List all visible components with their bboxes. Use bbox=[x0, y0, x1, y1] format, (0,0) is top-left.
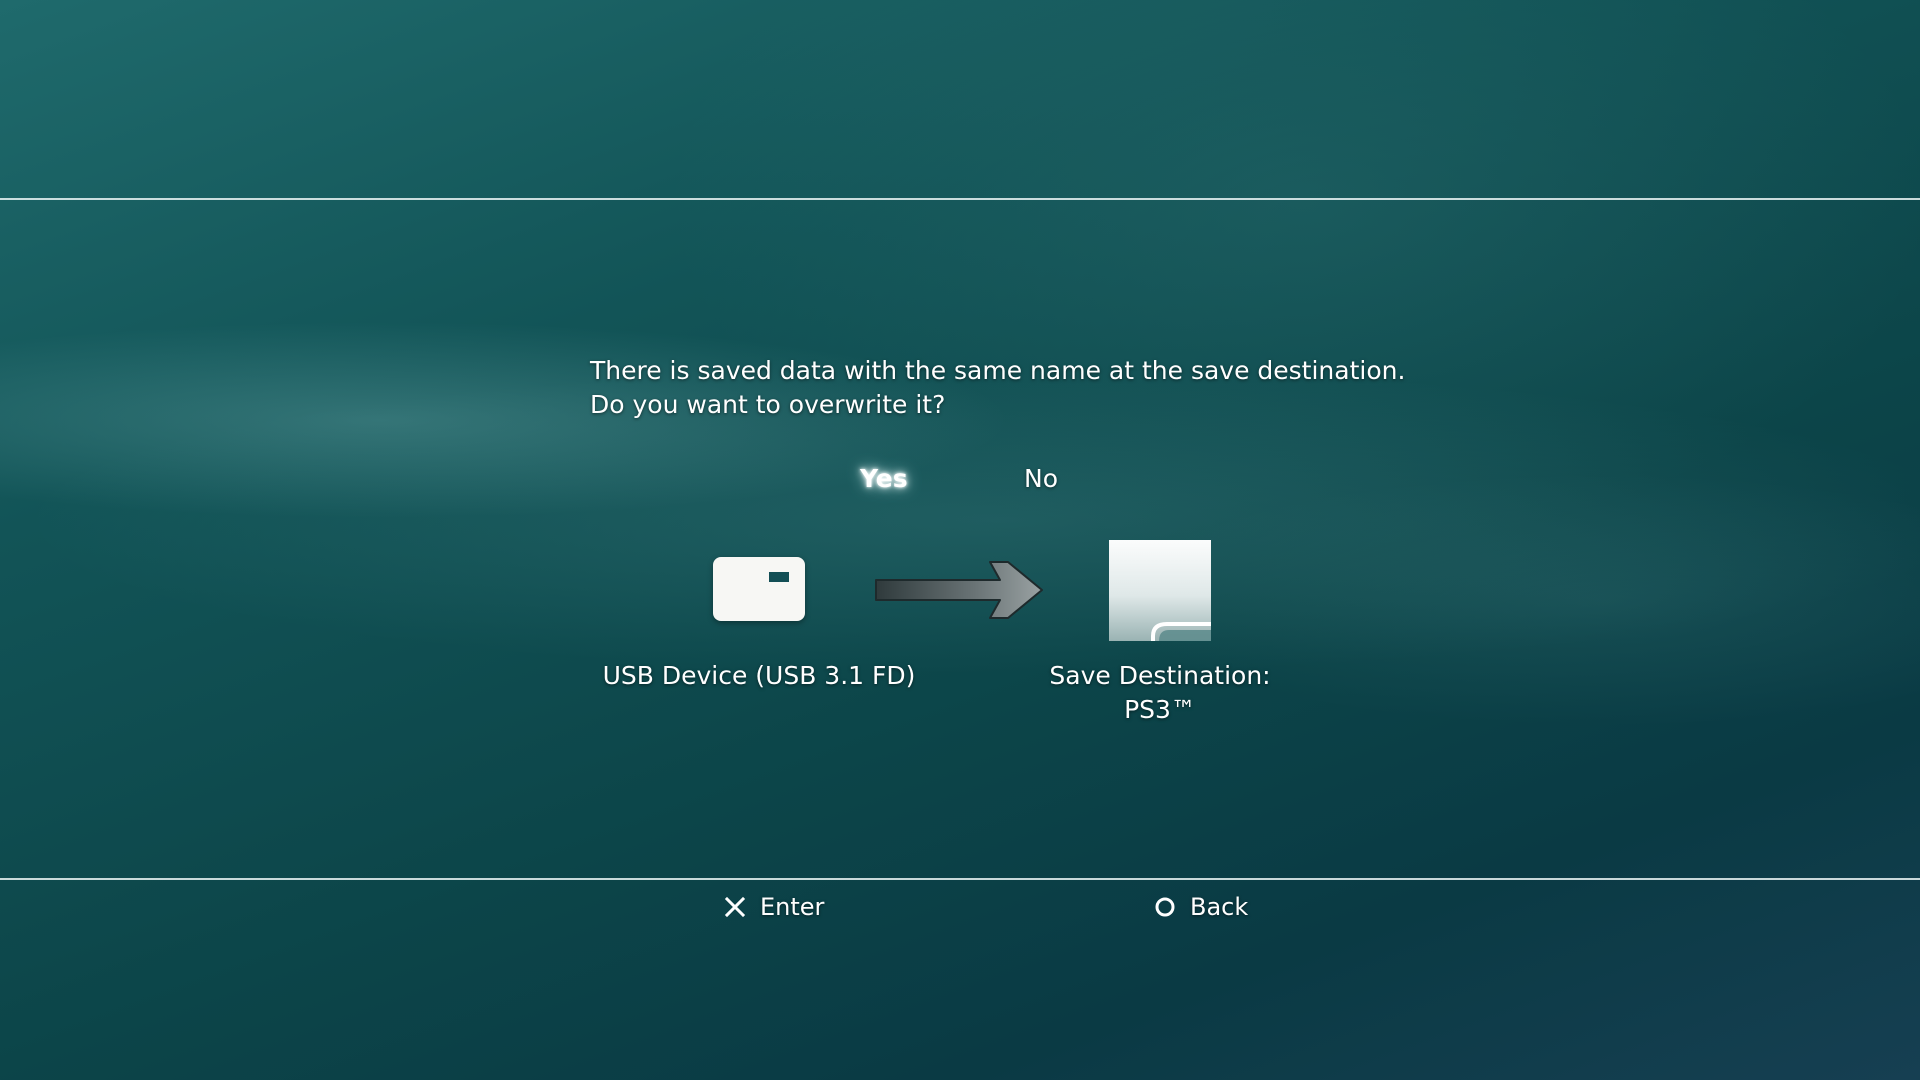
bottom-divider bbox=[0, 878, 1920, 880]
back-label: Back bbox=[1190, 893, 1249, 921]
cross-button-icon bbox=[724, 896, 746, 918]
destination-label-line-1: Save Destination: bbox=[1049, 661, 1271, 690]
usb-slot bbox=[769, 572, 789, 582]
back-hint[interactable]: Back bbox=[1154, 890, 1248, 924]
arrow-right-icon bbox=[875, 561, 1043, 619]
message-line-1: There is saved data with the same name a… bbox=[590, 356, 1406, 385]
yes-option[interactable]: Yes bbox=[860, 462, 908, 496]
enter-label: Enter bbox=[760, 893, 825, 921]
destination-label: Save Destination: PS3™ bbox=[1010, 659, 1310, 727]
top-divider bbox=[0, 198, 1920, 200]
dialog-message: There is saved data with the same name a… bbox=[590, 354, 1406, 422]
enter-hint[interactable]: Enter bbox=[724, 890, 824, 924]
no-option[interactable]: No bbox=[1024, 462, 1058, 496]
circle-button-icon bbox=[1155, 897, 1175, 917]
ps3-storage-icon bbox=[1109, 540, 1211, 641]
source-device-label: USB Device (USB 3.1 FD) bbox=[602, 661, 916, 690]
message-line-2: Do you want to overwrite it? bbox=[590, 390, 946, 419]
usb-device-icon bbox=[713, 557, 805, 621]
destination-label-line-2: PS3™ bbox=[1124, 695, 1196, 724]
